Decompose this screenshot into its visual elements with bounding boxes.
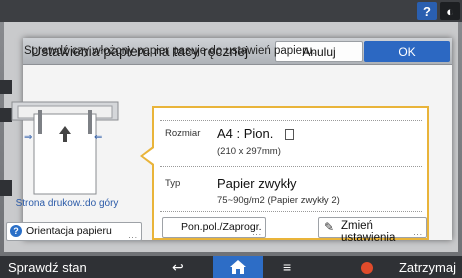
menu-icon[interactable]: ≡ (283, 258, 291, 276)
paper-orientation-button[interactable]: ? Orientacja papieru ... (6, 222, 142, 241)
portrait-paper-icon (285, 129, 294, 140)
info-icon: ? (10, 225, 22, 237)
divider (160, 211, 422, 212)
eco-mode-icon[interactable]: ◐ (440, 2, 460, 20)
stop-icon (360, 261, 373, 274)
dialog-message: Sprawdź czy włożony papier pasuje do ust… (24, 45, 316, 57)
type-value: Papier zwykły (217, 176, 297, 191)
print-face-label: Strona drukow.:do góry (15, 198, 119, 209)
svg-text:⇐: ⇐ (94, 132, 102, 143)
size-label: Rozmiar (165, 128, 201, 139)
home-icon (230, 260, 246, 274)
ok-button[interactable]: OK (364, 41, 450, 62)
position-program-label: Pon.pol./Zaprogr. (181, 221, 262, 233)
bypass-tray-illustration: ⇒ ⇐ (11, 101, 119, 195)
position-program-button[interactable]: Pon.pol./Zaprogr. ... (162, 217, 266, 238)
top-status-strip (0, 0, 462, 22)
pencil-icon: ✎ (324, 220, 335, 234)
stop-label: Zatrzymaj (398, 260, 456, 275)
divider (160, 120, 422, 121)
home-button[interactable] (213, 256, 263, 278)
check-status-button[interactable]: Sprawdź stan (8, 260, 87, 275)
change-settings-button[interactable]: ✎ Zmień ustawienia ... (318, 217, 427, 244)
type-label: Typ (165, 178, 181, 189)
type-detail: 75~90g/m2 (Papier zwykły 2) (217, 195, 340, 206)
paper-orientation-label: Orientacja papieru (26, 225, 112, 237)
size-value: A4 : Pion. (217, 126, 274, 141)
more-options-indicator: ... (413, 228, 423, 237)
help-icon[interactable]: ? (417, 2, 437, 20)
divider (160, 166, 422, 167)
more-options-indicator: ... (252, 228, 262, 237)
size-dimensions: (210 x 297mm) (217, 146, 281, 157)
callout-pointer-inner (143, 148, 154, 164)
stop-button[interactable]: Zatrzymaj (360, 260, 456, 275)
more-options-indicator: ... (128, 231, 138, 240)
bottom-bar: Sprawdź stan ↩ ≡ Zatrzymaj (0, 256, 462, 278)
back-icon[interactable]: ↩ (172, 258, 184, 276)
svg-text:⇒: ⇒ (24, 132, 32, 143)
top-icons: ? ◐ (417, 2, 460, 20)
